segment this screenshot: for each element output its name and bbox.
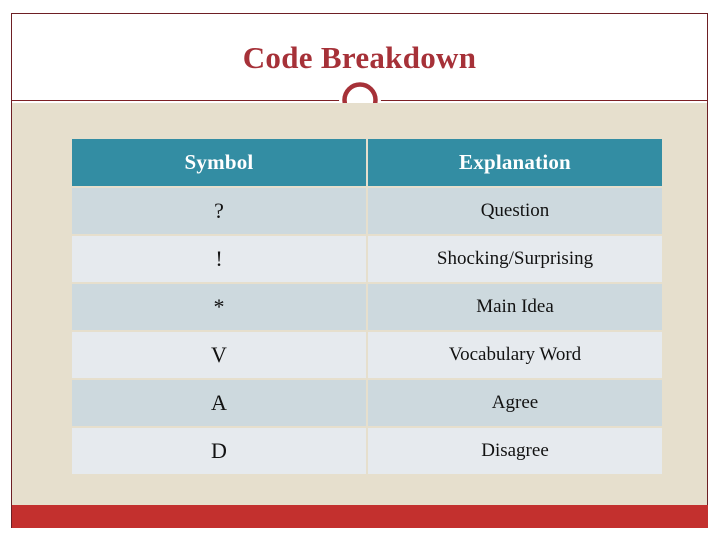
cell-explanation: Agree [368,380,662,426]
cell-symbol: D [72,428,366,474]
cell-explanation: Main Idea [368,284,662,330]
table-row: V Vocabulary Word [72,332,662,378]
table-row: ? Question [72,188,662,234]
table-row: A Agree [72,380,662,426]
table-header: Symbol Explanation [72,139,662,186]
table-body: ? Question ! Shocking/Surprising * Main … [72,188,662,474]
cell-symbol: ? [72,188,366,234]
cell-symbol: ! [72,236,366,282]
cell-explanation: Question [368,188,662,234]
cell-symbol: * [72,284,366,330]
column-header-symbol: Symbol [72,139,366,186]
cell-symbol: A [72,380,366,426]
cell-explanation: Vocabulary Word [368,332,662,378]
code-breakdown-table: Symbol Explanation ? Question ! Shocking… [70,137,664,476]
table-header-row: Symbol Explanation [72,139,662,186]
column-header-explanation: Explanation [368,139,662,186]
table-row: ! Shocking/Surprising [72,236,662,282]
slide: Code Breakdown Symbol Explanation ? Ques… [0,0,720,540]
cell-explanation: Shocking/Surprising [368,236,662,282]
table-row: * Main Idea [72,284,662,330]
bottom-accent-bar [12,505,708,528]
cell-explanation: Disagree [368,428,662,474]
table-row: D Disagree [72,428,662,474]
cell-symbol: V [72,332,366,378]
